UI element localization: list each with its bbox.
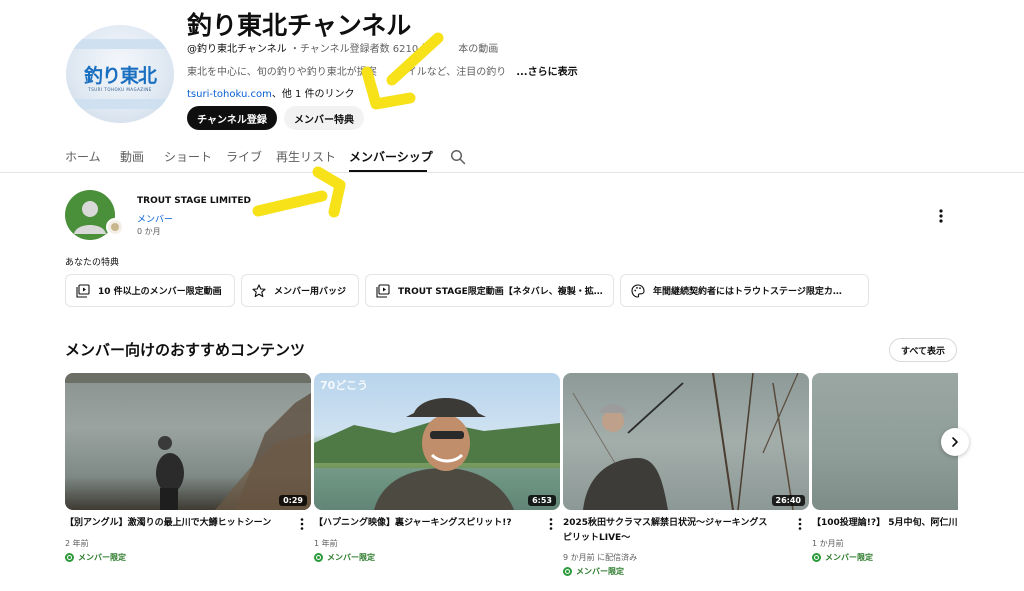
video-thumbnail[interactable]: 0:29 bbox=[65, 373, 311, 510]
membership-tier: TROUT STAGE LIMITED bbox=[137, 196, 252, 206]
chevron-right-icon bbox=[952, 437, 958, 447]
channel-description[interactable]: 東北を中心に、旬の釣りや釣り東北が提案 タイルなど、注目の釣り ...さらに表示 bbox=[187, 63, 578, 78]
video-thumbnail[interactable]: 70どこう 6:53 bbox=[314, 373, 560, 510]
tab-videos[interactable]: 動画 bbox=[120, 148, 144, 165]
video-title[interactable]: 【別アングル】激濁りの最上川で大鱒ヒットシーン bbox=[65, 516, 297, 531]
arrow-to-membership-tab bbox=[252, 166, 346, 218]
tab-playlists[interactable]: 再生リスト bbox=[276, 148, 336, 165]
channel-name: 釣り東北チャンネル bbox=[187, 11, 412, 40]
channel-logo-sub: TSURI TOHOKU MAGAZINE bbox=[88, 87, 152, 92]
video-duration: 26:40 bbox=[771, 495, 805, 506]
membership-role[interactable]: メンバー bbox=[137, 212, 173, 225]
channel-meta-tail: 本の動画 bbox=[458, 44, 499, 55]
video-library-icon bbox=[76, 283, 90, 298]
video-title[interactable]: 【100投理論!?】 5月中旬、阿仁川 bbox=[812, 516, 958, 531]
video-title[interactable]: 【ハプニング映像】裏ジャーキングスピリット!? bbox=[314, 516, 546, 531]
members-only-icon bbox=[563, 567, 572, 576]
channel-meta: @釣り東北チャンネル ・チャンネル登録者数 6210人・ 本の動画 bbox=[187, 40, 498, 55]
more-options-icon[interactable] bbox=[931, 206, 951, 226]
channel-link-others[interactable]: 、他 1 件のリンク bbox=[272, 89, 355, 100]
avatar-band bbox=[66, 39, 174, 49]
perk-label: 年間継続契約者にはトラウトステージ限定カ… bbox=[653, 287, 842, 297]
channel-links[interactable]: tsuri-tohoku.com、他 1 件のリンク bbox=[187, 85, 355, 100]
thumbnail-scene bbox=[572, 373, 799, 510]
thumbnail-scene bbox=[65, 373, 311, 510]
video-menu-icon[interactable] bbox=[547, 517, 555, 531]
thumbnail-scene bbox=[314, 398, 560, 510]
tab-home[interactable]: ホーム bbox=[65, 148, 101, 165]
show-all-button[interactable]: すべて表示 bbox=[889, 338, 957, 362]
members-only-label: メンバー限定 bbox=[327, 553, 375, 562]
active-tab-underline bbox=[349, 170, 427, 172]
perk-label: 10 件以上のメンバー限定動画 bbox=[98, 287, 222, 297]
show-more-link[interactable]: ...さらに表示 bbox=[516, 67, 577, 78]
channel-logo: 釣り東北 bbox=[74, 61, 166, 88]
members-only-icon bbox=[65, 553, 74, 562]
video-duration: 6:53 bbox=[528, 495, 556, 506]
member-badge-icon bbox=[106, 218, 124, 236]
channel-link-url[interactable]: tsuri-tohoku.com bbox=[187, 89, 272, 100]
tab-shorts[interactable]: ショート bbox=[164, 148, 212, 165]
members-only-label: メンバー限定 bbox=[78, 553, 126, 562]
channel-avatar[interactable]: 釣り東北 TSURI TOHOKU MAGAZINE bbox=[66, 25, 174, 123]
channel-description-text: 東北を中心に、旬の釣りや釣り東北が提案 bbox=[187, 67, 377, 78]
member-perks-button[interactable]: メンバー特典 bbox=[284, 106, 364, 130]
perk-chip[interactable]: TROUT STAGE限定動画【ネタバレ、複製・拡… bbox=[365, 274, 614, 307]
video-library-icon bbox=[376, 283, 390, 298]
members-only-badge: メンバー限定 bbox=[314, 551, 375, 564]
members-only-badge: メンバー限定 bbox=[563, 565, 624, 578]
video-menu-icon[interactable] bbox=[298, 517, 306, 531]
members-only-label: メンバー限定 bbox=[576, 567, 624, 576]
section-title: メンバー向けのおすすめコンテンツ bbox=[65, 341, 306, 359]
star-icon bbox=[252, 283, 266, 297]
thumbnail-overlay-text: 70どこう bbox=[320, 379, 368, 392]
channel-tabs: ホーム 動画 ショート ライブ 再生リスト メンバーシップ bbox=[0, 140, 1024, 173]
perk-chip[interactable]: メンバー用バッジ bbox=[241, 274, 359, 307]
video-meta: 1 か月前 bbox=[812, 539, 844, 548]
members-only-label: メンバー限定 bbox=[825, 553, 873, 562]
video-thumbnail[interactable] bbox=[812, 373, 958, 510]
video-meta: 9 か月前 に配信済み bbox=[563, 553, 638, 562]
channel-meta-rest: ・チャンネル登録者数 6210人・ bbox=[286, 44, 439, 55]
palette-icon bbox=[631, 283, 645, 298]
members-only-badge: メンバー限定 bbox=[65, 551, 126, 564]
tab-live[interactable]: ライブ bbox=[226, 148, 262, 165]
perk-chip[interactable]: 10 件以上のメンバー限定動画 bbox=[65, 274, 235, 307]
perks-title: あなたの特典 bbox=[65, 258, 120, 268]
video-card[interactable]: 【100投理論!?】 5月中旬、阿仁川 1 か月前 メンバー限定 bbox=[812, 373, 958, 573]
channel-description-tail: タイルなど、注目の釣り bbox=[396, 67, 507, 78]
video-meta: 2 年前 bbox=[65, 539, 89, 548]
video-title[interactable]: 2025秋田サクラマス解禁日状況〜ジャーキングスピリットLIVE〜 bbox=[563, 516, 768, 546]
tab-membership[interactable]: メンバーシップ bbox=[349, 148, 433, 165]
subscribe-button[interactable]: チャンネル登録 bbox=[187, 106, 277, 130]
video-duration: 0:29 bbox=[279, 495, 307, 506]
channel-handle: @釣り東北チャンネル bbox=[187, 44, 287, 55]
members-only-badge: メンバー限定 bbox=[812, 551, 873, 564]
avatar-band bbox=[66, 99, 174, 109]
video-meta: 1 年前 bbox=[314, 539, 338, 548]
video-thumbnail[interactable]: 26:40 bbox=[563, 373, 809, 510]
members-only-icon bbox=[314, 553, 323, 562]
carousel-next-button[interactable] bbox=[941, 428, 969, 456]
perk-label: メンバー用バッジ bbox=[274, 287, 347, 297]
search-icon[interactable] bbox=[450, 149, 466, 165]
video-menu-icon[interactable] bbox=[796, 517, 804, 531]
channel-logo-text: 釣り東北 bbox=[83, 65, 157, 87]
perk-label: TROUT STAGE限定動画【ネタバレ、複製・拡… bbox=[398, 287, 603, 297]
perk-chip[interactable]: 年間継続契約者にはトラウトステージ限定カ… bbox=[620, 274, 869, 307]
channel-header: 釣り東北 TSURI TOHOKU MAGAZINE 釣り東北チャンネル @釣り… bbox=[0, 0, 1024, 140]
membership-duration: 0 か月 bbox=[137, 227, 161, 236]
members-only-icon bbox=[812, 553, 821, 562]
